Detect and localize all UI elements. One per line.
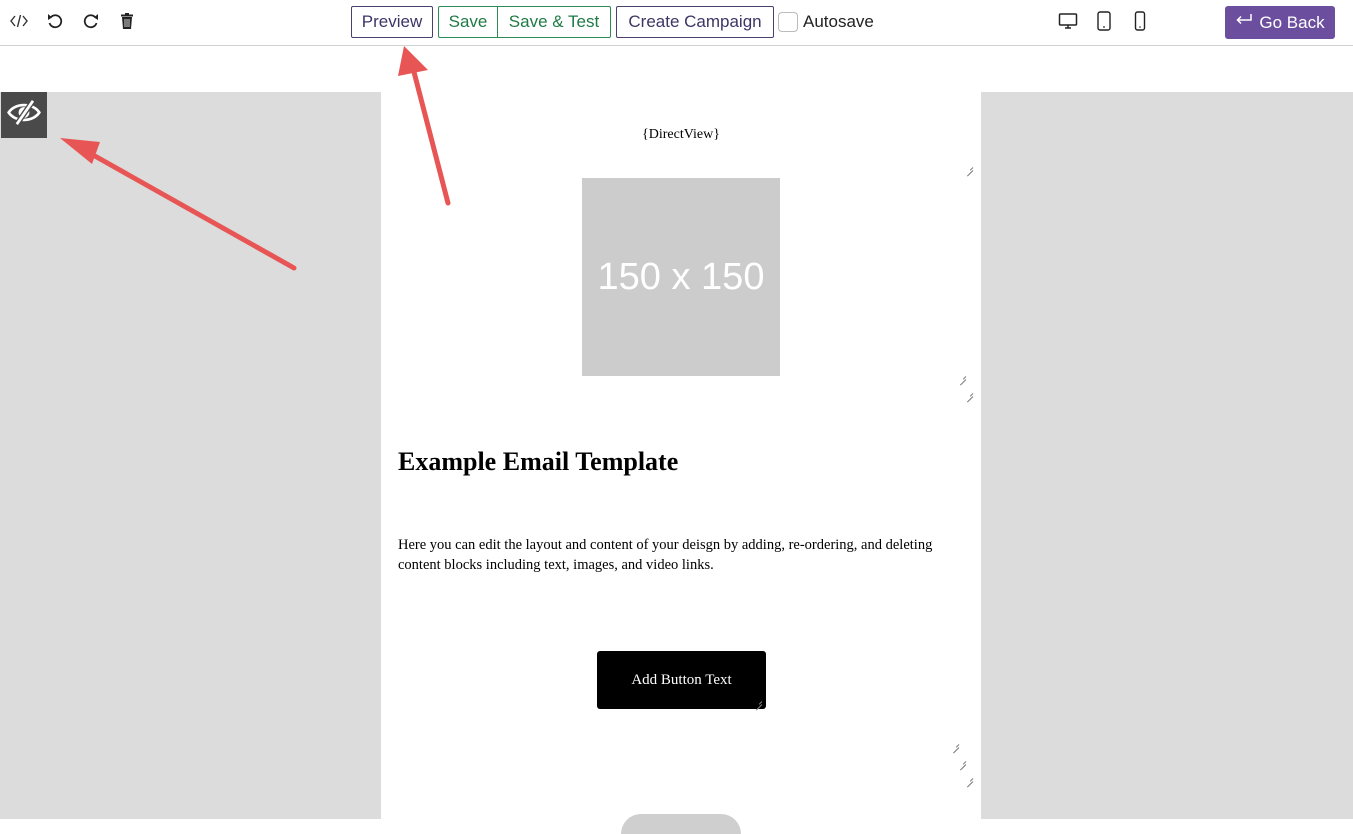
- next-block-preview: [621, 814, 741, 834]
- autosave-label: Autosave: [803, 12, 874, 31]
- redo-icon[interactable]: [80, 10, 102, 32]
- resize-handle[interactable]: [952, 741, 959, 748]
- save-and-test-button[interactable]: Save & Test: [498, 7, 610, 37]
- go-back-button[interactable]: Go Back: [1225, 6, 1335, 39]
- email-cta-button[interactable]: Add Button Text: [597, 651, 766, 709]
- mobile-icon[interactable]: [1129, 10, 1151, 32]
- toggle-panel-button[interactable]: [1, 92, 47, 138]
- resize-handle[interactable]: [966, 164, 973, 171]
- go-back-label: Go Back: [1259, 12, 1325, 32]
- image-placeholder[interactable]: 150 x 150: [582, 178, 780, 376]
- create-campaign-button[interactable]: Create Campaign: [616, 6, 774, 38]
- return-arrow-icon: [1235, 13, 1253, 32]
- tablet-icon[interactable]: [1093, 10, 1115, 32]
- resize-handle[interactable]: [959, 758, 966, 765]
- resize-handle[interactable]: [966, 390, 973, 397]
- eye-slash-icon: [6, 99, 42, 131]
- undo-icon[interactable]: [44, 10, 66, 32]
- trash-icon[interactable]: [116, 10, 138, 32]
- editor-toolbar: Preview Save Save & Test Create Campaign…: [0, 0, 1353, 46]
- save-button-group: Save Save & Test: [438, 6, 611, 38]
- resize-handle[interactable]: [755, 698, 762, 705]
- autosave-checkbox[interactable]: [778, 12, 798, 32]
- resize-handle[interactable]: [966, 775, 973, 782]
- code-icon[interactable]: [8, 10, 30, 32]
- desktop-icon[interactable]: [1057, 10, 1079, 32]
- email-heading[interactable]: Example Email Template: [398, 447, 678, 477]
- save-button[interactable]: Save: [439, 7, 498, 37]
- email-cta-label: Add Button Text: [631, 671, 732, 688]
- preview-button[interactable]: Preview: [351, 6, 433, 38]
- directview-link[interactable]: {DirectView}: [381, 127, 981, 143]
- email-template-body: {DirectView} 150 x 150 Example Email Tem…: [381, 92, 981, 834]
- email-body-text[interactable]: Here you can edit the layout and content…: [398, 535, 958, 575]
- autosave-toggle[interactable]: Autosave: [778, 11, 874, 33]
- resize-handle[interactable]: [959, 373, 966, 380]
